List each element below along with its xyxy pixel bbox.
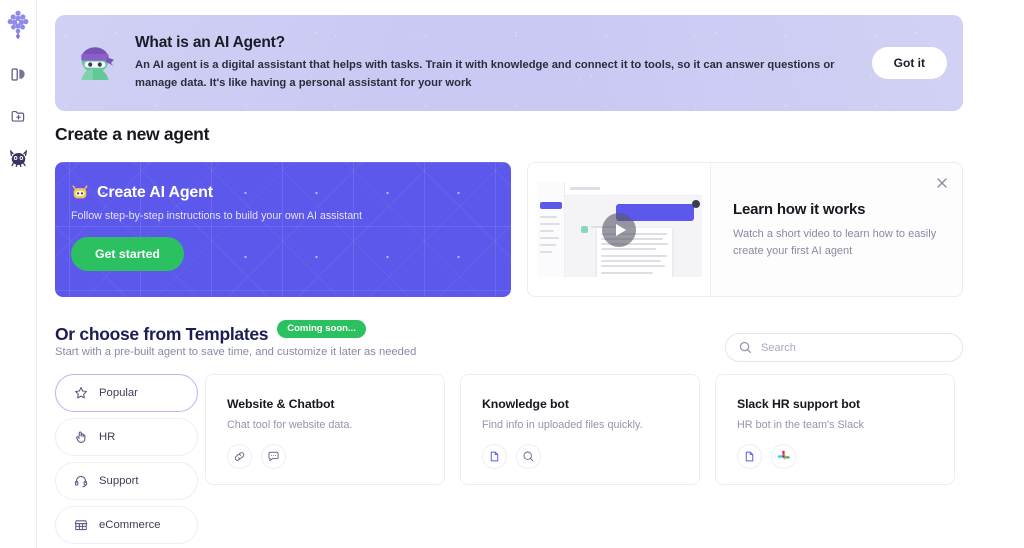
category-ecommerce[interactable]: eCommerce (55, 506, 198, 544)
category-label: HR (99, 431, 116, 443)
search-input[interactable] (761, 341, 949, 354)
slack-icon (771, 444, 796, 469)
chat-bubble-icon (261, 444, 286, 469)
grape-logo-icon[interactable] (5, 8, 31, 42)
ninja-mascot-icon (69, 37, 121, 89)
got-it-button[interactable]: Got it (871, 47, 947, 79)
category-hr[interactable]: HR (55, 418, 198, 456)
headset-icon (74, 474, 88, 488)
robot-head-icon (71, 184, 89, 202)
template-icons (737, 444, 954, 469)
template-subtitle: Chat tool for website data. (227, 419, 353, 431)
get-started-button[interactable]: Get started (71, 237, 184, 271)
banner-description: An AI agent is a digital assistant that … (135, 59, 835, 89)
create-card-subtitle: Follow step-by-step instructions to buil… (71, 210, 363, 222)
hand-icon (74, 430, 88, 444)
video-thumbnail-area[interactable] (528, 163, 711, 296)
template-card-knowledge-bot[interactable]: Knowledge bot Find info in uploaded file… (460, 374, 700, 485)
file-icon (482, 444, 507, 469)
info-banner: What is an AI Agent? An AI agent is a di… (55, 15, 963, 111)
link-icon (227, 444, 252, 469)
create-agent-heading: Create a new agent (55, 124, 210, 144)
category-label: eCommerce (99, 519, 161, 531)
video-card-text: Learn how it works Watch a short video t… (711, 163, 962, 296)
sidebar (0, 0, 37, 548)
sidebar-item-library[interactable] (4, 60, 32, 88)
category-popular[interactable]: Popular (55, 374, 198, 412)
star-icon (74, 386, 88, 400)
template-title: Slack HR support bot (737, 397, 861, 411)
template-card-website-chatbot[interactable]: Website & Chatbot Chat tool for website … (205, 374, 445, 485)
play-button-icon[interactable] (602, 212, 636, 247)
category-label: Support (99, 475, 139, 487)
app-root: What is an AI Agent? An AI agent is a di… (0, 0, 1024, 548)
template-subtitle: Find info in uploaded files quickly. (482, 419, 643, 431)
robot-mask-icon (9, 149, 28, 167)
templates-heading: Or choose from Templates (55, 324, 269, 344)
template-icons (482, 444, 699, 469)
search-icon (739, 341, 752, 354)
search-icon (516, 444, 541, 469)
banner-text-block: What is an AI Agent? An AI agent is a di… (135, 34, 872, 92)
template-icons (227, 444, 444, 469)
template-card-slack-hr-support-bot[interactable]: Slack HR support bot HR bot in the team'… (715, 374, 955, 485)
template-title: Knowledge bot (482, 397, 569, 411)
template-subtitle: HR bot in the team's Slack (737, 419, 864, 431)
category-list: Popular HR Support eCommerce (55, 374, 198, 548)
category-support[interactable]: Support (55, 462, 198, 500)
banner-title: What is an AI Agent? (135, 34, 285, 52)
templates-heading-row: Or choose from Templates Coming soon... (55, 319, 366, 345)
video-subtitle: Watch a short video to learn how to easi… (733, 228, 937, 257)
book-pages-icon (10, 66, 27, 83)
main-content: What is an AI Agent? An AI agent is a di… (37, 0, 1024, 548)
sidebar-item-agent[interactable] (4, 144, 32, 172)
template-title: Website & Chatbot (227, 397, 335, 411)
templates-subtitle: Start with a pre-built agent to save tim… (55, 346, 417, 358)
search-box[interactable] (725, 333, 963, 362)
create-card-title: Create AI Agent (97, 184, 213, 201)
close-icon[interactable] (932, 173, 952, 193)
store-icon (74, 518, 88, 532)
file-icon (737, 444, 762, 469)
sidebar-item-new-folder[interactable] (4, 102, 32, 130)
video-preview-image (536, 182, 702, 277)
category-label: Popular (99, 387, 138, 399)
learn-how-it-works-card: Learn how it works Watch a short video t… (527, 162, 963, 297)
video-title: Learn how it works (733, 201, 866, 218)
template-card-row: Website & Chatbot Chat tool for website … (205, 374, 955, 485)
coming-soon-badge: Coming soon... (277, 319, 366, 338)
folder-plus-icon (10, 108, 27, 125)
create-ai-agent-card[interactable]: Create AI Agent Follow step-by-step inst… (55, 162, 511, 297)
